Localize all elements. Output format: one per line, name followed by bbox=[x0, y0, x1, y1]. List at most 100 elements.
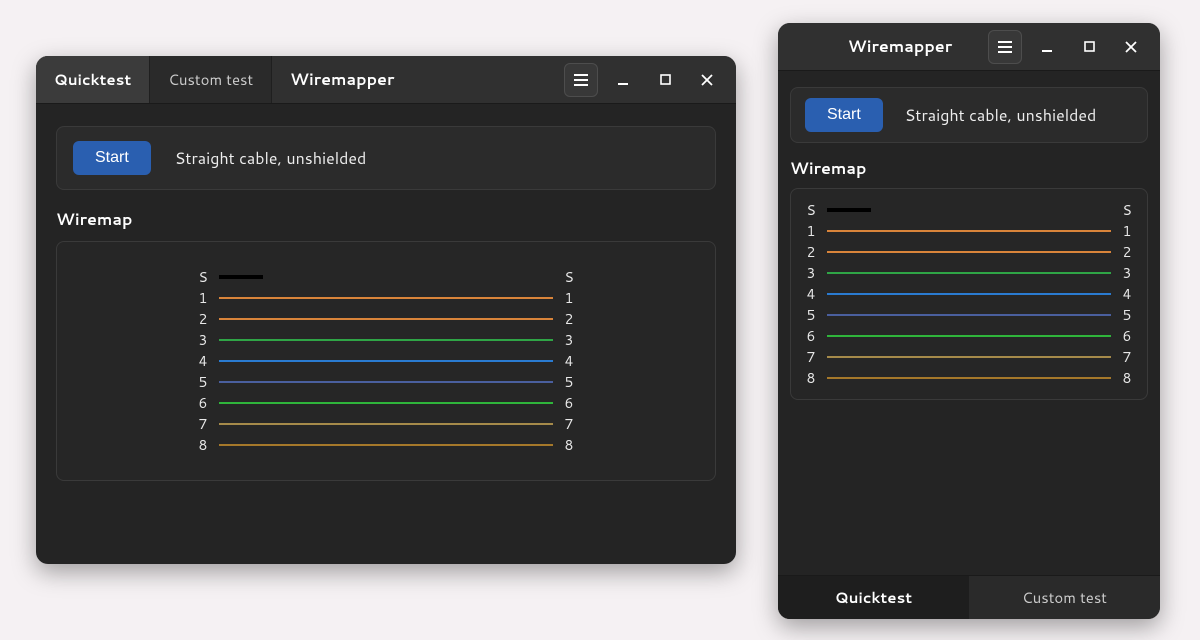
tab-quicktest[interactable]: Quicktest bbox=[36, 56, 150, 103]
section-title-wiremap: Wiremap bbox=[56, 208, 716, 231]
pin-left-3: 3 bbox=[193, 330, 213, 350]
start-row: Start Straight cable, unshielded bbox=[56, 126, 716, 190]
close-icon bbox=[701, 74, 713, 86]
pin-right-4: 4 bbox=[1117, 284, 1137, 304]
wire-row-1: 11 bbox=[801, 222, 1137, 240]
close-button[interactable] bbox=[686, 56, 728, 104]
window-title: Wiremapper bbox=[812, 35, 988, 58]
minimize-button[interactable] bbox=[602, 56, 644, 104]
pin-right-shield: S bbox=[1117, 200, 1137, 220]
wire-4 bbox=[219, 360, 553, 362]
wire-2 bbox=[827, 251, 1111, 253]
pin-right-3: 3 bbox=[1117, 263, 1137, 283]
pin-left-8: 8 bbox=[193, 435, 213, 455]
wire-row-3: 33 bbox=[193, 331, 579, 349]
pin-right-4: 4 bbox=[559, 351, 579, 371]
pin-right-2: 2 bbox=[1117, 242, 1137, 262]
wire-shield bbox=[827, 208, 871, 212]
wire-6 bbox=[219, 402, 553, 404]
titlebar-left: Quicktest Custom test Wiremapper bbox=[36, 56, 412, 103]
window-wide: Quicktest Custom test Wiremapper Start S… bbox=[36, 56, 736, 564]
wire-7 bbox=[827, 356, 1111, 358]
pin-left-6: 6 bbox=[193, 393, 213, 413]
minimize-button[interactable] bbox=[1026, 23, 1068, 71]
wire-row-shield: SS bbox=[801, 201, 1137, 219]
pin-right-5: 5 bbox=[559, 372, 579, 392]
pin-left-6: 6 bbox=[801, 326, 821, 346]
maximize-icon bbox=[660, 74, 671, 85]
start-button[interactable]: Start bbox=[73, 141, 151, 175]
tab-customtest[interactable]: Custom test bbox=[150, 56, 272, 103]
pin-left-7: 7 bbox=[193, 414, 213, 434]
pin-left-2: 2 bbox=[193, 309, 213, 329]
maximize-icon bbox=[1084, 41, 1095, 52]
wire-8 bbox=[219, 444, 553, 446]
pin-left-7: 7 bbox=[801, 347, 821, 367]
pin-right-7: 7 bbox=[559, 414, 579, 434]
maximize-button[interactable] bbox=[1068, 23, 1110, 71]
content: Start Straight cable, unshielded Wiremap… bbox=[36, 104, 736, 564]
pin-left-2: 2 bbox=[801, 242, 821, 262]
wiremap: SS1122334455667788 bbox=[67, 268, 705, 454]
wire-row-7: 77 bbox=[801, 348, 1137, 366]
wire-row-6: 66 bbox=[801, 327, 1137, 345]
wire-8 bbox=[827, 377, 1111, 379]
pin-right-6: 6 bbox=[559, 393, 579, 413]
pin-right-shield: S bbox=[559, 267, 579, 287]
wire-row-3: 33 bbox=[801, 264, 1137, 282]
content: Start Straight cable, unshielded Wiremap… bbox=[778, 71, 1160, 575]
pin-left-5: 5 bbox=[193, 372, 213, 392]
section-title-wiremap: Wiremap bbox=[790, 157, 1148, 180]
minimize-icon bbox=[617, 74, 629, 86]
start-button[interactable]: Start bbox=[805, 98, 883, 132]
wire-rows-wide: SS1122334455667788 bbox=[193, 268, 579, 454]
tab-customtest[interactable]: Custom test bbox=[969, 576, 1160, 619]
wiremap-panel: SS1122334455667788 bbox=[790, 188, 1148, 400]
pin-left-shield: S bbox=[801, 200, 821, 220]
wiremap-panel: SS1122334455667788 bbox=[56, 241, 716, 481]
pin-left-shield: S bbox=[193, 267, 213, 287]
titlebar: Quicktest Custom test Wiremapper bbox=[36, 56, 736, 104]
wire-row-2: 22 bbox=[801, 243, 1137, 261]
close-button[interactable] bbox=[1110, 23, 1152, 71]
wire-rows-narrow: SS1122334455667788 bbox=[801, 201, 1137, 387]
wire-row-4: 44 bbox=[801, 285, 1137, 303]
titlebar-controls bbox=[988, 23, 1152, 71]
wire-3 bbox=[827, 272, 1111, 274]
hamburger-icon bbox=[573, 73, 589, 87]
tab-quicktest[interactable]: Quicktest bbox=[778, 576, 969, 619]
wire-6 bbox=[827, 335, 1111, 337]
wire-2 bbox=[219, 318, 553, 320]
pin-right-3: 3 bbox=[559, 330, 579, 350]
pin-right-5: 5 bbox=[1117, 305, 1137, 325]
pin-right-1: 1 bbox=[1117, 221, 1137, 241]
pin-right-2: 2 bbox=[559, 309, 579, 329]
wiremap: SS1122334455667788 bbox=[799, 201, 1139, 387]
wire-1 bbox=[219, 297, 553, 299]
pin-right-1: 1 bbox=[559, 288, 579, 308]
wire-3 bbox=[219, 339, 553, 341]
wire-4 bbox=[827, 293, 1111, 295]
titlebar-controls bbox=[564, 56, 728, 104]
wire-row-8: 88 bbox=[193, 436, 579, 454]
wire-row-shield: SS bbox=[193, 268, 579, 286]
wire-1 bbox=[827, 230, 1111, 232]
pin-right-8: 8 bbox=[559, 435, 579, 455]
minimize-icon bbox=[1041, 41, 1053, 53]
hamburger-menu-button[interactable] bbox=[564, 63, 598, 97]
titlebar: Wiremapper bbox=[778, 23, 1160, 71]
hamburger-menu-button[interactable] bbox=[988, 30, 1022, 64]
wire-row-7: 77 bbox=[193, 415, 579, 433]
wire-row-1: 11 bbox=[193, 289, 579, 307]
wire-5 bbox=[219, 381, 553, 383]
pin-left-5: 5 bbox=[801, 305, 821, 325]
wire-row-2: 22 bbox=[193, 310, 579, 328]
window-title: Wiremapper bbox=[272, 68, 412, 91]
maximize-button[interactable] bbox=[644, 56, 686, 104]
pin-left-3: 3 bbox=[801, 263, 821, 283]
wire-row-5: 55 bbox=[193, 373, 579, 391]
pin-left-8: 8 bbox=[801, 368, 821, 388]
wire-row-8: 88 bbox=[801, 369, 1137, 387]
tabs-bottom: Quicktest Custom test bbox=[778, 575, 1160, 619]
start-row: Start Straight cable, unshielded bbox=[790, 87, 1148, 143]
